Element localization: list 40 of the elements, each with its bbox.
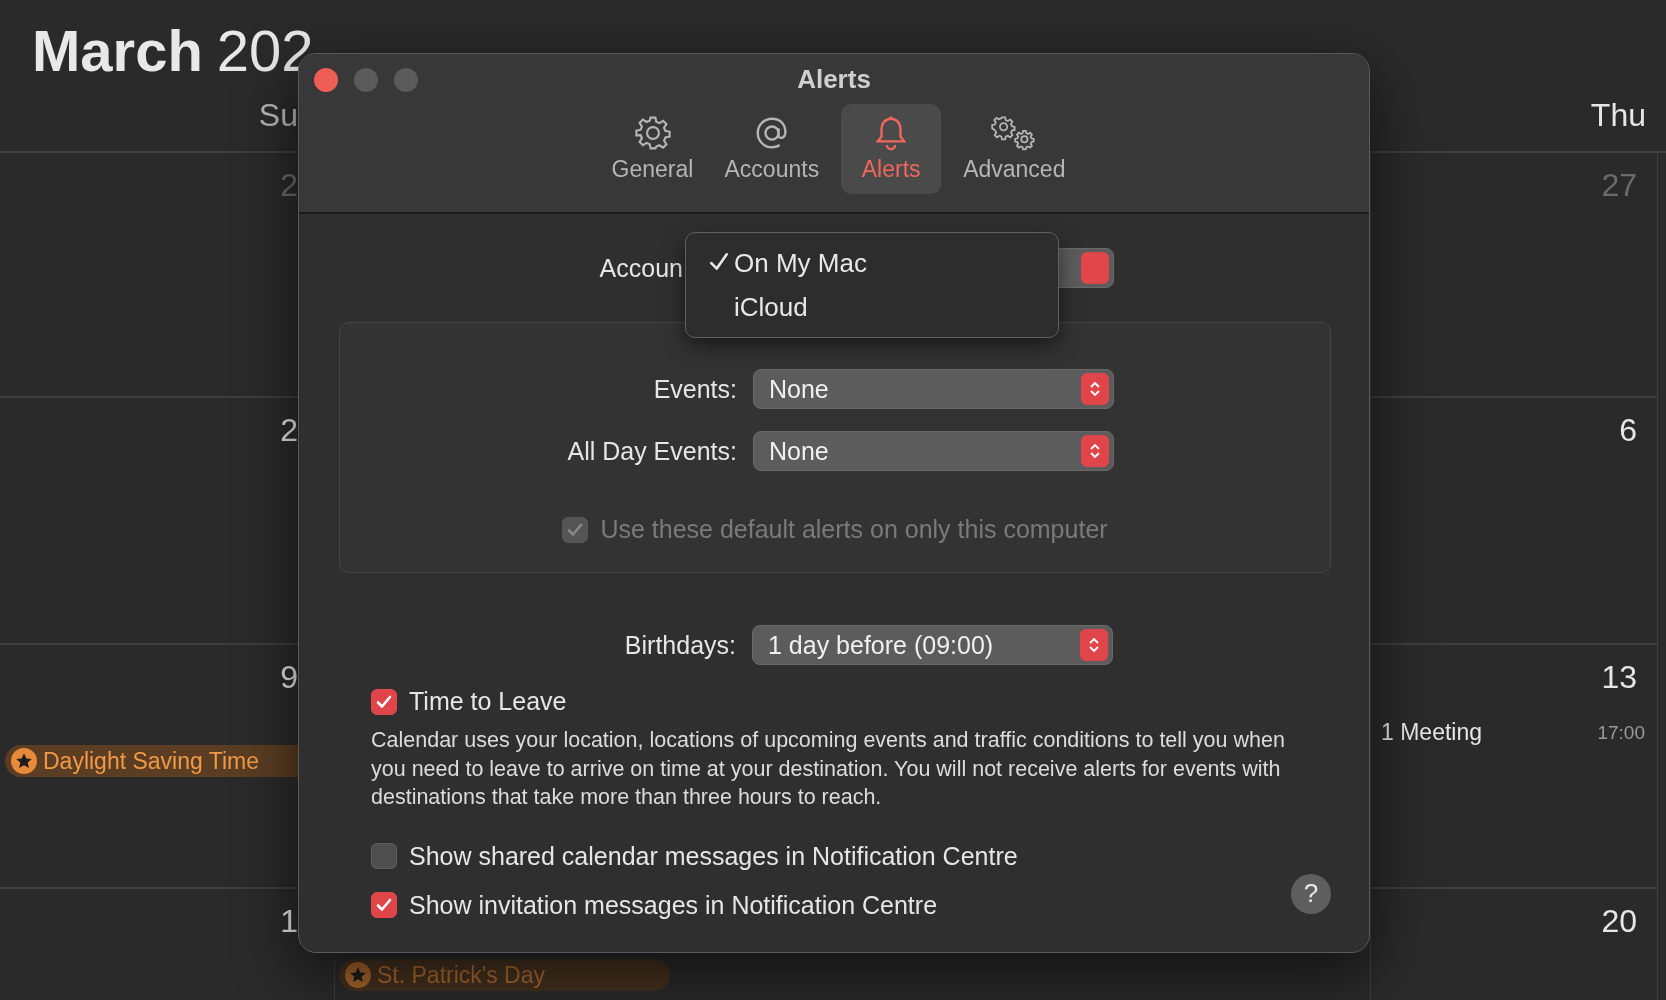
year-title: 202 <box>216 22 314 80</box>
month-title: March <box>32 22 203 80</box>
time-to-leave-checkbox[interactable]: Time to Leave <box>371 687 1331 716</box>
checkmark-icon <box>708 251 730 273</box>
gear-icon <box>633 114 672 152</box>
notification-checkbox[interactable]: Show shared calendar messages in Notification Centre <box>371 841 1018 871</box>
weekday-label: Thu <box>1590 97 1646 134</box>
alert-popup[interactable]: None <box>753 431 1114 471</box>
event-time: 17:00 <box>1597 721 1645 744</box>
close-button[interactable] <box>314 68 338 92</box>
day-number: 2 <box>280 412 298 450</box>
alert-popup[interactable]: None <box>753 369 1114 409</box>
stepper-arrows-icon <box>1089 441 1101 461</box>
stepper-arrows-icon <box>1089 379 1101 399</box>
stepper-arrows-icon <box>1088 635 1100 655</box>
window-title: Alerts <box>797 63 871 95</box>
holiday-event[interactable]: Daylight Saving Time <box>5 745 298 777</box>
day-number: 6 <box>1619 412 1637 450</box>
day-number: 20 <box>1601 903 1637 941</box>
zoom-button[interactable] <box>394 68 418 92</box>
notification-checkbox[interactable]: Show invitation messages in Notification Centre <box>371 890 1018 920</box>
day-number: 1 <box>280 903 298 941</box>
birthday-popup[interactable]: 1 day before (09:00) <box>752 625 1113 665</box>
minimize-button[interactable] <box>354 68 378 92</box>
description-text: Calendar uses your location, locations of upcoming events and traffic conditions to tell you when you need to leave to arrive on time at your destination. You will not receive alerts for events with destinations that take more than three hours to reach. <box>371 727 1286 811</box>
field-label: Events: <box>652 374 737 404</box>
toolbar-tab[interactable]: Advanced <box>955 104 1074 194</box>
field-label: Accoun <box>598 253 683 283</box>
toolbar-tab[interactable]: Accounts <box>716 104 828 194</box>
menu-item[interactable]: On My Mac <box>686 241 1058 285</box>
event-title[interactable]: 1 Meeting <box>1381 719 1482 746</box>
day-number: 27 <box>1601 167 1637 205</box>
day-number: 13 <box>1601 659 1637 697</box>
menu-item[interactable]: iCloud <box>686 285 1058 329</box>
day-number: 9 <box>280 659 298 697</box>
toolbar-tab[interactable]: General <box>602 104 703 194</box>
field-label: All Day Events: <box>566 436 737 466</box>
field-label: Birthdays: <box>623 630 736 660</box>
weekday-label: Su <box>258 97 298 134</box>
help-button[interactable]: ? <box>1291 873 1331 914</box>
